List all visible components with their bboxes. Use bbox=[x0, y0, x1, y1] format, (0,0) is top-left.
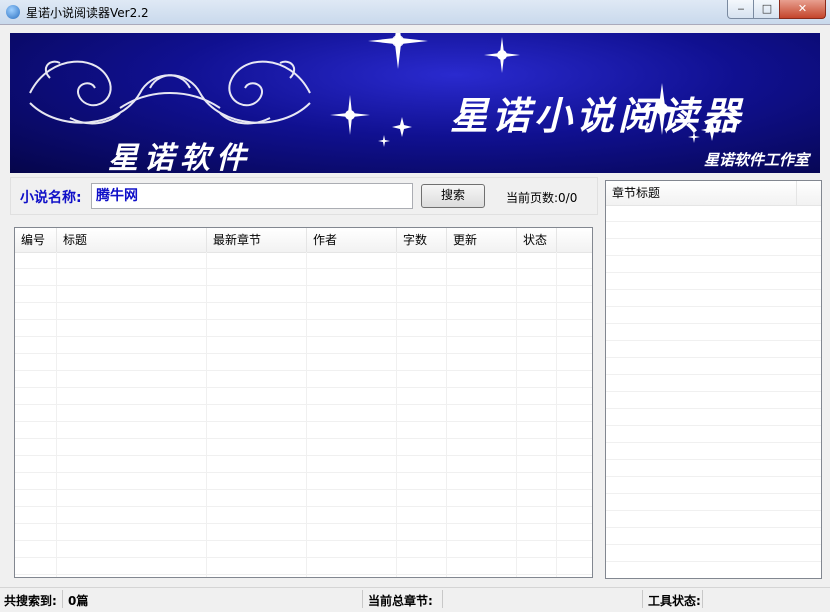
column-header-updated[interactable]: 更新 bbox=[447, 228, 517, 252]
empty-grid-row bbox=[15, 354, 592, 371]
results-table[interactable]: 编号 标题 最新章节 作者 字数 更新 状态 bbox=[14, 227, 593, 578]
empty-grid-row bbox=[15, 269, 592, 286]
app-icon bbox=[6, 5, 20, 19]
column-header-title[interactable]: 标题 bbox=[57, 228, 207, 252]
empty-grid-row bbox=[15, 558, 592, 575]
empty-grid-row bbox=[606, 222, 821, 239]
banner-studio: 星诺软件工作室 bbox=[704, 151, 810, 169]
found-count-value: 0篇 bbox=[68, 594, 89, 608]
empty-grid-row bbox=[606, 562, 821, 578]
empty-grid-row bbox=[15, 337, 592, 354]
empty-grid-row bbox=[606, 239, 821, 256]
search-button[interactable]: 搜索 bbox=[421, 184, 485, 208]
found-count-label: 共搜索到: bbox=[4, 594, 57, 608]
empty-grid-row bbox=[15, 524, 592, 541]
close-button[interactable]: ✕ bbox=[779, 0, 826, 19]
column-header-author[interactable]: 作者 bbox=[307, 228, 397, 252]
empty-grid-row bbox=[606, 307, 821, 324]
empty-grid-row bbox=[15, 541, 592, 558]
empty-grid-row bbox=[15, 439, 592, 456]
empty-grid-row bbox=[15, 507, 592, 524]
novel-name-label: 小说名称: bbox=[20, 190, 82, 206]
empty-grid-row bbox=[15, 422, 592, 439]
empty-grid-row bbox=[606, 341, 821, 358]
empty-grid-row bbox=[606, 460, 821, 477]
window-title: 星诺小说阅读器Ver2.2 bbox=[26, 6, 149, 20]
title-bar: 星诺小说阅读器Ver2.2 ‒ □ ✕ bbox=[0, 0, 830, 25]
empty-grid-row bbox=[15, 388, 592, 405]
empty-grid-row bbox=[606, 511, 821, 528]
status-divider bbox=[702, 590, 703, 608]
empty-grid-row bbox=[606, 392, 821, 409]
status-divider bbox=[442, 590, 443, 608]
total-chapters-label: 当前总章节: bbox=[368, 594, 433, 608]
banner-title: 星诺小说阅读器 bbox=[450, 93, 745, 138]
novel-name-input[interactable]: 腾牛网 bbox=[91, 183, 413, 209]
empty-grid-row bbox=[606, 494, 821, 511]
status-divider bbox=[642, 590, 643, 608]
empty-grid-row bbox=[606, 324, 821, 341]
empty-grid-row bbox=[15, 490, 592, 507]
page-count-text: 当前页数:0/0 bbox=[506, 191, 578, 205]
empty-grid-row bbox=[606, 290, 821, 307]
empty-grid-row bbox=[15, 405, 592, 422]
empty-grid-row bbox=[15, 456, 592, 473]
empty-grid-row bbox=[606, 528, 821, 545]
column-header-number[interactable]: 编号 bbox=[15, 228, 57, 252]
banner-image: 星诺小说阅读器 星诺软件 星诺软件工作室 bbox=[10, 33, 820, 173]
empty-grid-row bbox=[15, 473, 592, 490]
status-divider bbox=[362, 590, 363, 608]
empty-grid-row bbox=[15, 252, 592, 269]
empty-grid-row bbox=[15, 303, 592, 320]
empty-grid-row bbox=[606, 477, 821, 494]
ornament-swirl-icon bbox=[29, 60, 311, 125]
minimize-button[interactable]: ‒ bbox=[727, 0, 755, 19]
chapter-list-header: 章节标题 bbox=[606, 181, 821, 206]
tool-status-label: 工具状态: bbox=[648, 594, 701, 608]
status-bar: 共搜索到: 0篇 当前总章节: 工具状态: bbox=[0, 587, 830, 612]
status-divider bbox=[62, 590, 63, 608]
maximize-button[interactable]: □ bbox=[753, 0, 781, 19]
column-header-latest-chapter[interactable]: 最新章节 bbox=[207, 228, 307, 252]
empty-grid-row bbox=[15, 320, 592, 337]
column-header-chapter-title[interactable]: 章节标题 bbox=[606, 181, 797, 205]
empty-grid-row bbox=[606, 443, 821, 460]
chapter-list[interactable]: 章节标题 bbox=[605, 180, 822, 579]
empty-grid-row bbox=[606, 545, 821, 562]
column-header-status[interactable]: 状态 bbox=[517, 228, 557, 252]
column-header-word-count[interactable]: 字数 bbox=[397, 228, 447, 252]
empty-grid-row bbox=[606, 358, 821, 375]
empty-grid-row bbox=[606, 256, 821, 273]
empty-grid-row bbox=[606, 409, 821, 426]
empty-grid-row bbox=[606, 375, 821, 392]
empty-grid-row bbox=[606, 205, 821, 222]
empty-grid-row bbox=[15, 286, 592, 303]
empty-grid-row bbox=[606, 273, 821, 290]
empty-grid-row bbox=[606, 426, 821, 443]
results-table-header: 编号 标题 最新章节 作者 字数 更新 状态 bbox=[15, 228, 592, 253]
empty-grid-row bbox=[15, 371, 592, 388]
banner-brand: 星诺软件 bbox=[108, 141, 252, 173]
